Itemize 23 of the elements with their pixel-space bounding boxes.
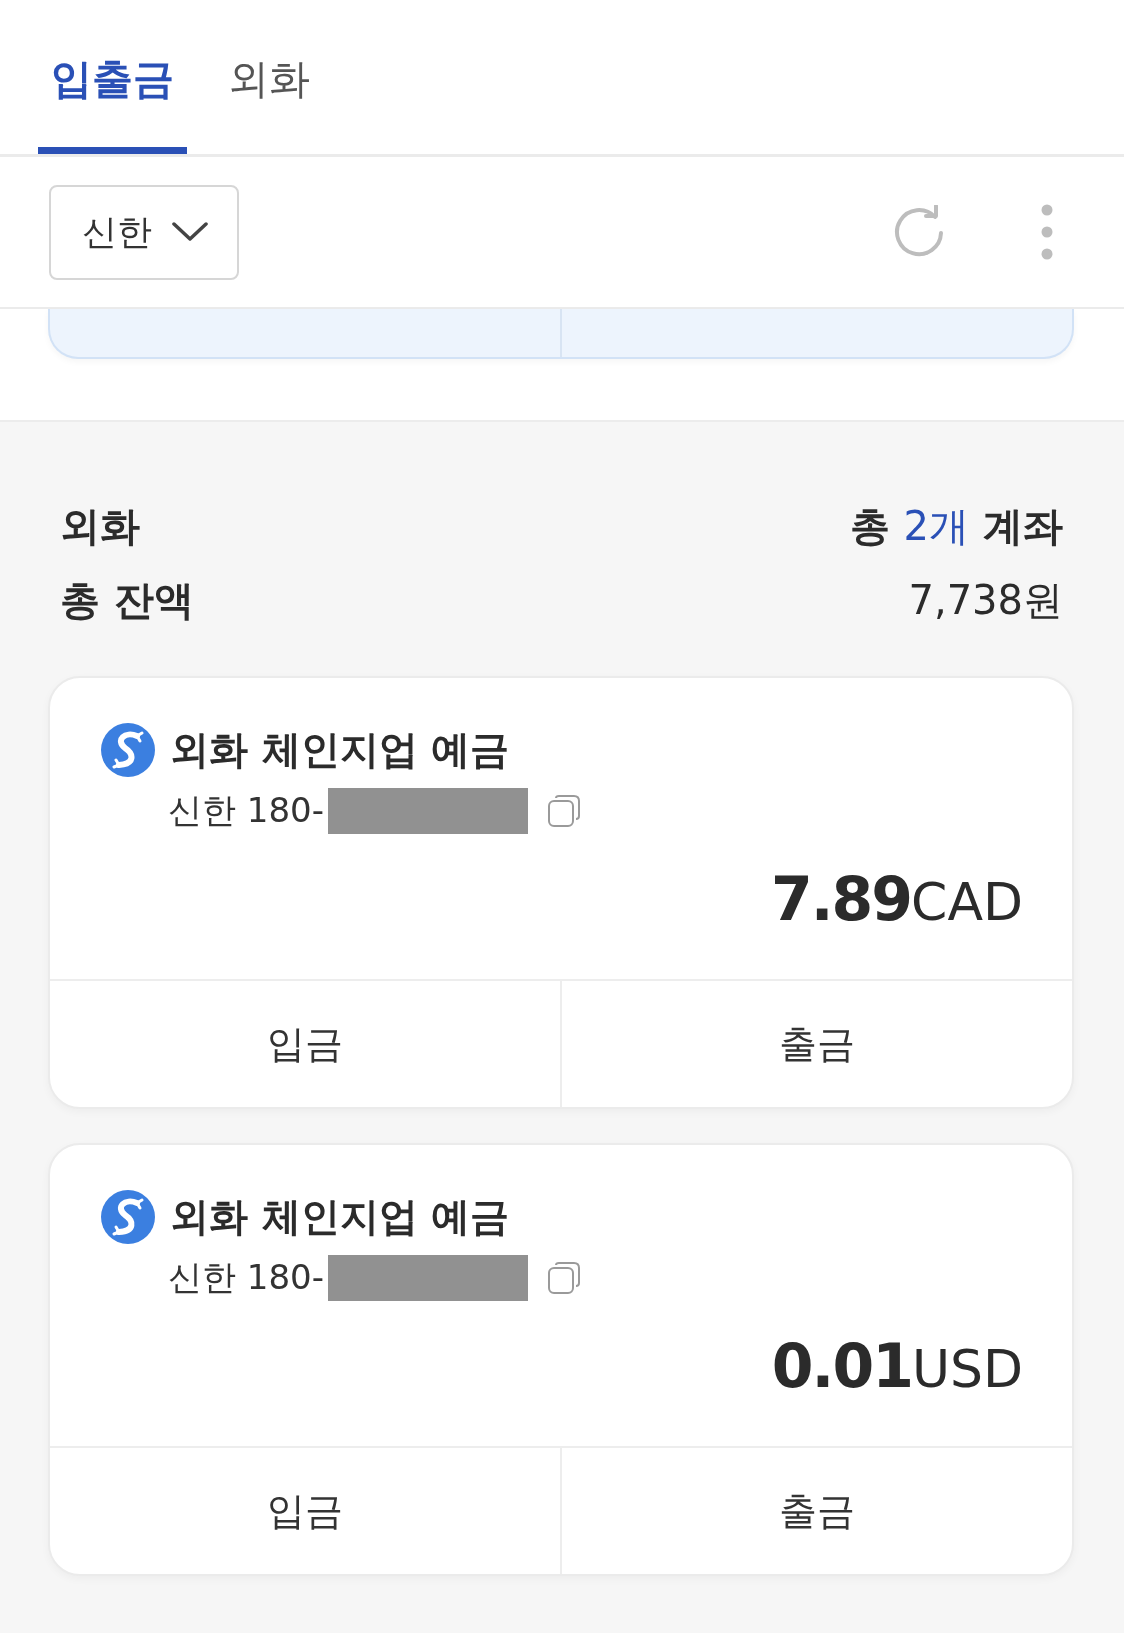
copy-icon[interactable] xyxy=(547,794,581,828)
copy-icon[interactable] xyxy=(547,1261,581,1295)
product-name: 외화 체인지업 예금 xyxy=(170,726,510,774)
bank-filter-dropdown[interactable]: 신한 xyxy=(49,184,239,280)
balance-amount: 7.89CAD xyxy=(771,864,1023,934)
chevron-icon xyxy=(172,222,208,242)
action-button[interactable]: 입금 xyxy=(50,1448,560,1574)
tab[interactable]: 입출금 xyxy=(38,0,187,154)
account-number: 신한 180- xyxy=(168,1256,324,1299)
logo-icon xyxy=(101,1190,155,1244)
account-number: 신한 180- xyxy=(168,789,324,832)
balance-amount: 0.01USD xyxy=(771,1331,1023,1401)
tab[interactable]: 외화 xyxy=(215,0,323,154)
total-balance: 7,738원 xyxy=(908,575,1063,625)
account-count: 총 2개 계좌 xyxy=(849,501,1063,551)
balance-label: 총 잔액 xyxy=(60,575,194,625)
action-button[interactable]: 출금 xyxy=(560,1448,1072,1574)
action-button[interactable]: 출금 xyxy=(560,981,1072,1107)
section-title: 외화 xyxy=(60,501,140,551)
product-name: 외화 체인지업 예금 xyxy=(170,1193,510,1241)
logo-icon xyxy=(101,723,155,777)
more-options-icon[interactable] xyxy=(1041,204,1053,260)
action-button[interactable]: 입금 xyxy=(50,981,560,1107)
